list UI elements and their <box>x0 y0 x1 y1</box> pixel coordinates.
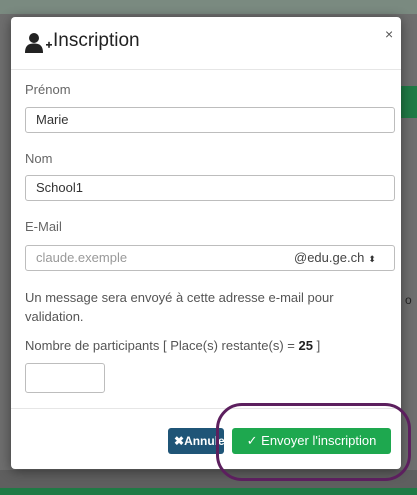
remaining-places-count: 25 <box>298 338 313 353</box>
modal-header: Inscription × <box>11 17 401 70</box>
email-domain-value: @edu.ge.ch <box>294 250 365 265</box>
submit-button-label: Envoyer l'inscription <box>261 433 377 448</box>
first-name-label: Prénom <box>25 82 71 97</box>
background-bottom-green <box>0 488 417 495</box>
check-icon: ✓ <box>246 433 262 448</box>
footer-divider <box>11 408 401 409</box>
last-name-label: Nom <box>25 151 53 166</box>
cancel-button-label: Annuler <box>184 434 224 448</box>
close-button[interactable]: × <box>385 26 393 42</box>
participants-label-suffix: ] <box>312 338 321 353</box>
background-text: o <box>405 293 412 307</box>
cancel-button[interactable]: ✖Annuler <box>168 428 224 454</box>
email-domain-select[interactable]: @edu.ge.ch ⬍ <box>285 245 395 271</box>
participants-label: Nombre de participants [ Place(s) restan… <box>25 338 320 353</box>
email-field[interactable]: claude.exemple <box>25 245 286 271</box>
x-icon: ✖ <box>174 434 185 448</box>
last-name-field[interactable]: School1 <box>25 175 395 201</box>
submit-registration-button[interactable]: ✓ Envoyer l'inscription <box>232 428 391 454</box>
participants-label-prefix: Nombre de participants [ Place(s) restan… <box>25 338 299 353</box>
participants-count-field[interactable] <box>25 363 105 393</box>
select-arrows-icon: ⬍ <box>368 254 376 264</box>
registration-modal: Inscription × Prénom Marie Nom School1 E… <box>11 17 411 481</box>
email-label: E-Mail <box>25 219 62 234</box>
user-plus-icon <box>25 33 52 53</box>
email-help-text: Un message sera envoyé à cette adresse e… <box>25 290 334 324</box>
modal-title: Inscription <box>53 30 140 51</box>
background-topbar <box>0 0 417 14</box>
background-green-band <box>400 86 417 118</box>
first-name-field[interactable]: Marie <box>25 107 395 133</box>
